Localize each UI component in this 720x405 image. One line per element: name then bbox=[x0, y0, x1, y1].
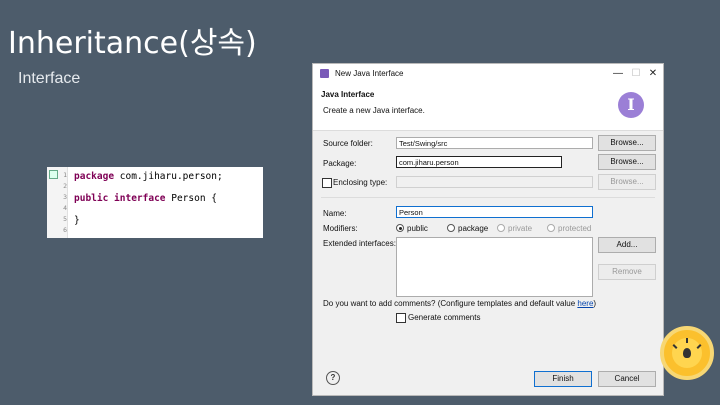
browse-enclosing-button: Browse... bbox=[598, 174, 656, 190]
close-button[interactable]: ✕ bbox=[644, 67, 662, 81]
banner-title: Java Interface bbox=[321, 90, 375, 99]
code-line: package com.jiharu.person; bbox=[74, 171, 223, 182]
new-java-interface-dialog: New Java Interface — ☐ ✕ Java Interface … bbox=[312, 63, 664, 396]
dialog-title: New Java Interface bbox=[335, 69, 404, 78]
modifier-public-radio[interactable] bbox=[396, 224, 404, 232]
enclosing-type-label: Enclosing type: bbox=[333, 178, 388, 187]
generate-comments-checkbox[interactable] bbox=[396, 313, 406, 323]
code-snippet: 1 2 3 4 5 6 package com.jiharu.person; p… bbox=[47, 167, 263, 238]
browse-package-button[interactable]: Browse... bbox=[598, 154, 656, 170]
finish-button[interactable]: Finish bbox=[534, 371, 592, 387]
code-text: Person { bbox=[165, 193, 217, 204]
source-folder-label: Source folder: bbox=[323, 139, 373, 148]
line-number: 4 bbox=[63, 204, 67, 212]
name-label: Name: bbox=[323, 209, 347, 218]
modifier-private-label: private bbox=[508, 224, 533, 233]
slide-subtitle: Interface bbox=[18, 70, 81, 87]
add-interface-button[interactable]: Add... bbox=[598, 237, 656, 253]
remove-interface-button: Remove bbox=[598, 264, 656, 280]
lightbulb-clock-icon bbox=[660, 326, 714, 380]
extended-interfaces-list[interactable] bbox=[396, 237, 593, 297]
code-line: public interface Person { bbox=[74, 193, 217, 204]
code-keyword: public interface bbox=[74, 193, 166, 204]
slide-title: Inheritance(상속) bbox=[8, 26, 257, 61]
source-folder-input[interactable]: Test/Swing/src bbox=[396, 137, 593, 149]
code-line: } bbox=[74, 215, 80, 226]
line-number: 1 bbox=[63, 171, 67, 179]
comments-question: Do you want to add comments? (Configure … bbox=[323, 299, 596, 308]
dialog-banner: Java Interface Create a new Java interfa… bbox=[313, 84, 663, 131]
package-input[interactable]: com.jiharu.person bbox=[396, 156, 562, 168]
interface-wizard-icon: I bbox=[618, 92, 644, 118]
line-number: 3 bbox=[63, 193, 67, 201]
name-input[interactable]: Person bbox=[396, 206, 593, 218]
lightbulb-icon bbox=[683, 348, 691, 358]
line-number: 5 bbox=[63, 215, 67, 223]
modifier-package-label: package bbox=[458, 224, 489, 233]
dialog-titlebar[interactable]: New Java Interface — ☐ ✕ bbox=[313, 64, 663, 84]
code-keyword: package bbox=[74, 171, 115, 182]
cancel-button[interactable]: Cancel bbox=[598, 371, 656, 387]
package-label: Package: bbox=[323, 159, 357, 168]
enclosing-type-checkbox[interactable] bbox=[322, 178, 332, 188]
help-icon[interactable]: ? bbox=[326, 371, 340, 385]
banner-description: Create a new Java interface. bbox=[323, 106, 425, 115]
modifiers-label: Modifiers: bbox=[323, 224, 358, 233]
maximize-button: ☐ bbox=[631, 68, 641, 79]
enclosing-type-input bbox=[396, 176, 593, 188]
modifier-package-radio[interactable] bbox=[447, 224, 455, 232]
configure-templates-link[interactable]: here bbox=[577, 299, 593, 308]
minimize-button[interactable]: — bbox=[609, 67, 627, 81]
modifier-private-radio bbox=[497, 224, 505, 232]
extended-interfaces-label: Extended interfaces: bbox=[323, 239, 396, 248]
comments-question-tail: ) bbox=[593, 299, 597, 308]
code-text: com.jiharu.person; bbox=[114, 171, 223, 182]
separator bbox=[321, 197, 655, 198]
bulb-ray bbox=[686, 338, 688, 343]
modifier-protected-label: protected bbox=[558, 224, 592, 233]
line-number: 2 bbox=[63, 182, 67, 190]
generate-comments-label: Generate comments bbox=[408, 313, 481, 322]
comments-question-text: Do you want to add comments? (Configure … bbox=[323, 299, 578, 308]
modifier-protected-radio bbox=[547, 224, 555, 232]
code-text: } bbox=[74, 215, 80, 226]
browse-source-button[interactable]: Browse... bbox=[598, 135, 656, 151]
eclipse-app-icon bbox=[320, 69, 329, 78]
line-number: 6 bbox=[63, 226, 67, 234]
fold-marker-icon bbox=[49, 170, 58, 179]
modifier-public-label: public bbox=[407, 224, 428, 233]
